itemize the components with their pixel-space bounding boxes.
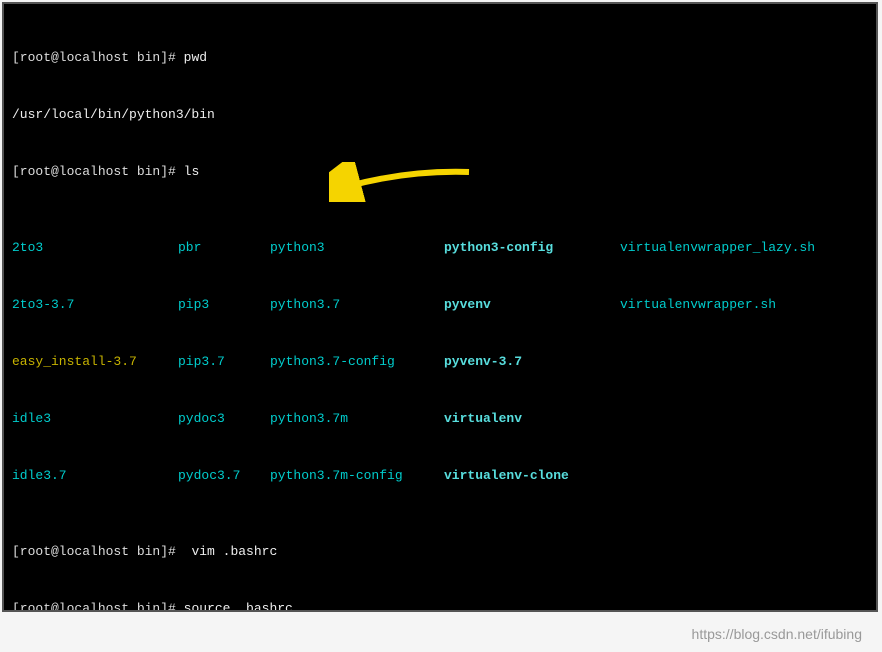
ls-row: 2to3-3.7 pip3 python3.7 pyvenv virtualen… [12, 295, 868, 314]
shell-prompt: [root@localhost bin]# [12, 164, 184, 179]
ls-item: easy_install-3.7 [12, 352, 178, 371]
ls-item: idle3 [12, 409, 178, 428]
ls-item: python3.7 [270, 295, 444, 314]
ls-row: easy_install-3.7 pip3.7 python3.7-config… [12, 352, 868, 371]
ls-item: virtualenvwrapper_lazy.sh [620, 238, 868, 257]
ls-row: idle3 pydoc3 python3.7m virtualenv [12, 409, 868, 428]
ls-item: virtualenv [444, 409, 620, 428]
command-pwd: pwd [184, 50, 207, 65]
ls-item: pyvenv-3.7 [444, 352, 620, 371]
ls-item: pydoc3.7 [178, 466, 270, 485]
ls-item: idle3.7 [12, 466, 178, 485]
ls-item: python3.7-config [270, 352, 444, 371]
shell-prompt: [root@localhost bin]# [12, 50, 184, 65]
ls-item: python3 [270, 238, 444, 257]
pwd-output: /usr/local/bin/python3/bin [12, 105, 868, 124]
ls-item: pydoc3 [178, 409, 270, 428]
ls-row: idle3.7 pydoc3.7 python3.7m-config virtu… [12, 466, 868, 485]
ls-item: pyvenv [444, 295, 620, 314]
ls-item: virtualenv-clone [444, 466, 620, 485]
ls-item: 2to3 [12, 238, 178, 257]
command-vim: vim .bashrc [184, 544, 278, 559]
shell-prompt: [root@localhost bin]# [12, 544, 184, 559]
ls-item: pip3 [178, 295, 270, 314]
watermark-text: https://blog.csdn.net/ifubing [692, 626, 862, 642]
ls-item: pip3.7 [178, 352, 270, 371]
shell-prompt: [root@localhost bin]# [12, 601, 184, 612]
ls-item [620, 352, 868, 371]
terminal-window[interactable]: [root@localhost bin]# pwd /usr/local/bin… [2, 2, 878, 612]
ls-item: virtualenvwrapper.sh [620, 295, 868, 314]
ls-item: pbr [178, 238, 270, 257]
ls-item: 2to3-3.7 [12, 295, 178, 314]
command-source: source .bashrc [184, 601, 293, 612]
ls-item: python3.7m [270, 409, 444, 428]
ls-item: python3.7m-config [270, 466, 444, 485]
ls-item: python3-config [444, 238, 620, 257]
command-ls: ls [184, 164, 200, 179]
ls-row: 2to3 pbr python3 python3-config virtuale… [12, 238, 868, 257]
